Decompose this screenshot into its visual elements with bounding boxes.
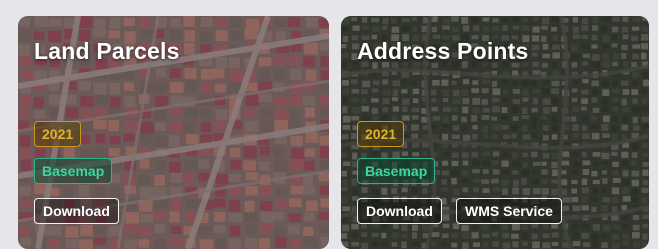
year-badge: 2021 bbox=[357, 121, 405, 147]
type-badge: Basemap bbox=[34, 158, 113, 184]
wms-service-button[interactable]: WMS Service bbox=[456, 198, 562, 224]
card-title: Address Points bbox=[357, 38, 529, 64]
dataset-card-land-parcels[interactable]: Land Parcels 2021 Basemap Download bbox=[18, 16, 329, 249]
card-strip: Land Parcels 2021 Basemap Download Addre… bbox=[0, 0, 658, 249]
download-button[interactable]: Download bbox=[357, 198, 442, 224]
card-title: Land Parcels bbox=[34, 38, 180, 64]
dataset-card-address-points[interactable]: Address Points 2021 Basemap Download WMS… bbox=[341, 16, 649, 249]
type-badge: Basemap bbox=[357, 158, 436, 184]
year-badge: 2021 bbox=[34, 121, 82, 147]
download-button[interactable]: Download bbox=[34, 198, 119, 224]
